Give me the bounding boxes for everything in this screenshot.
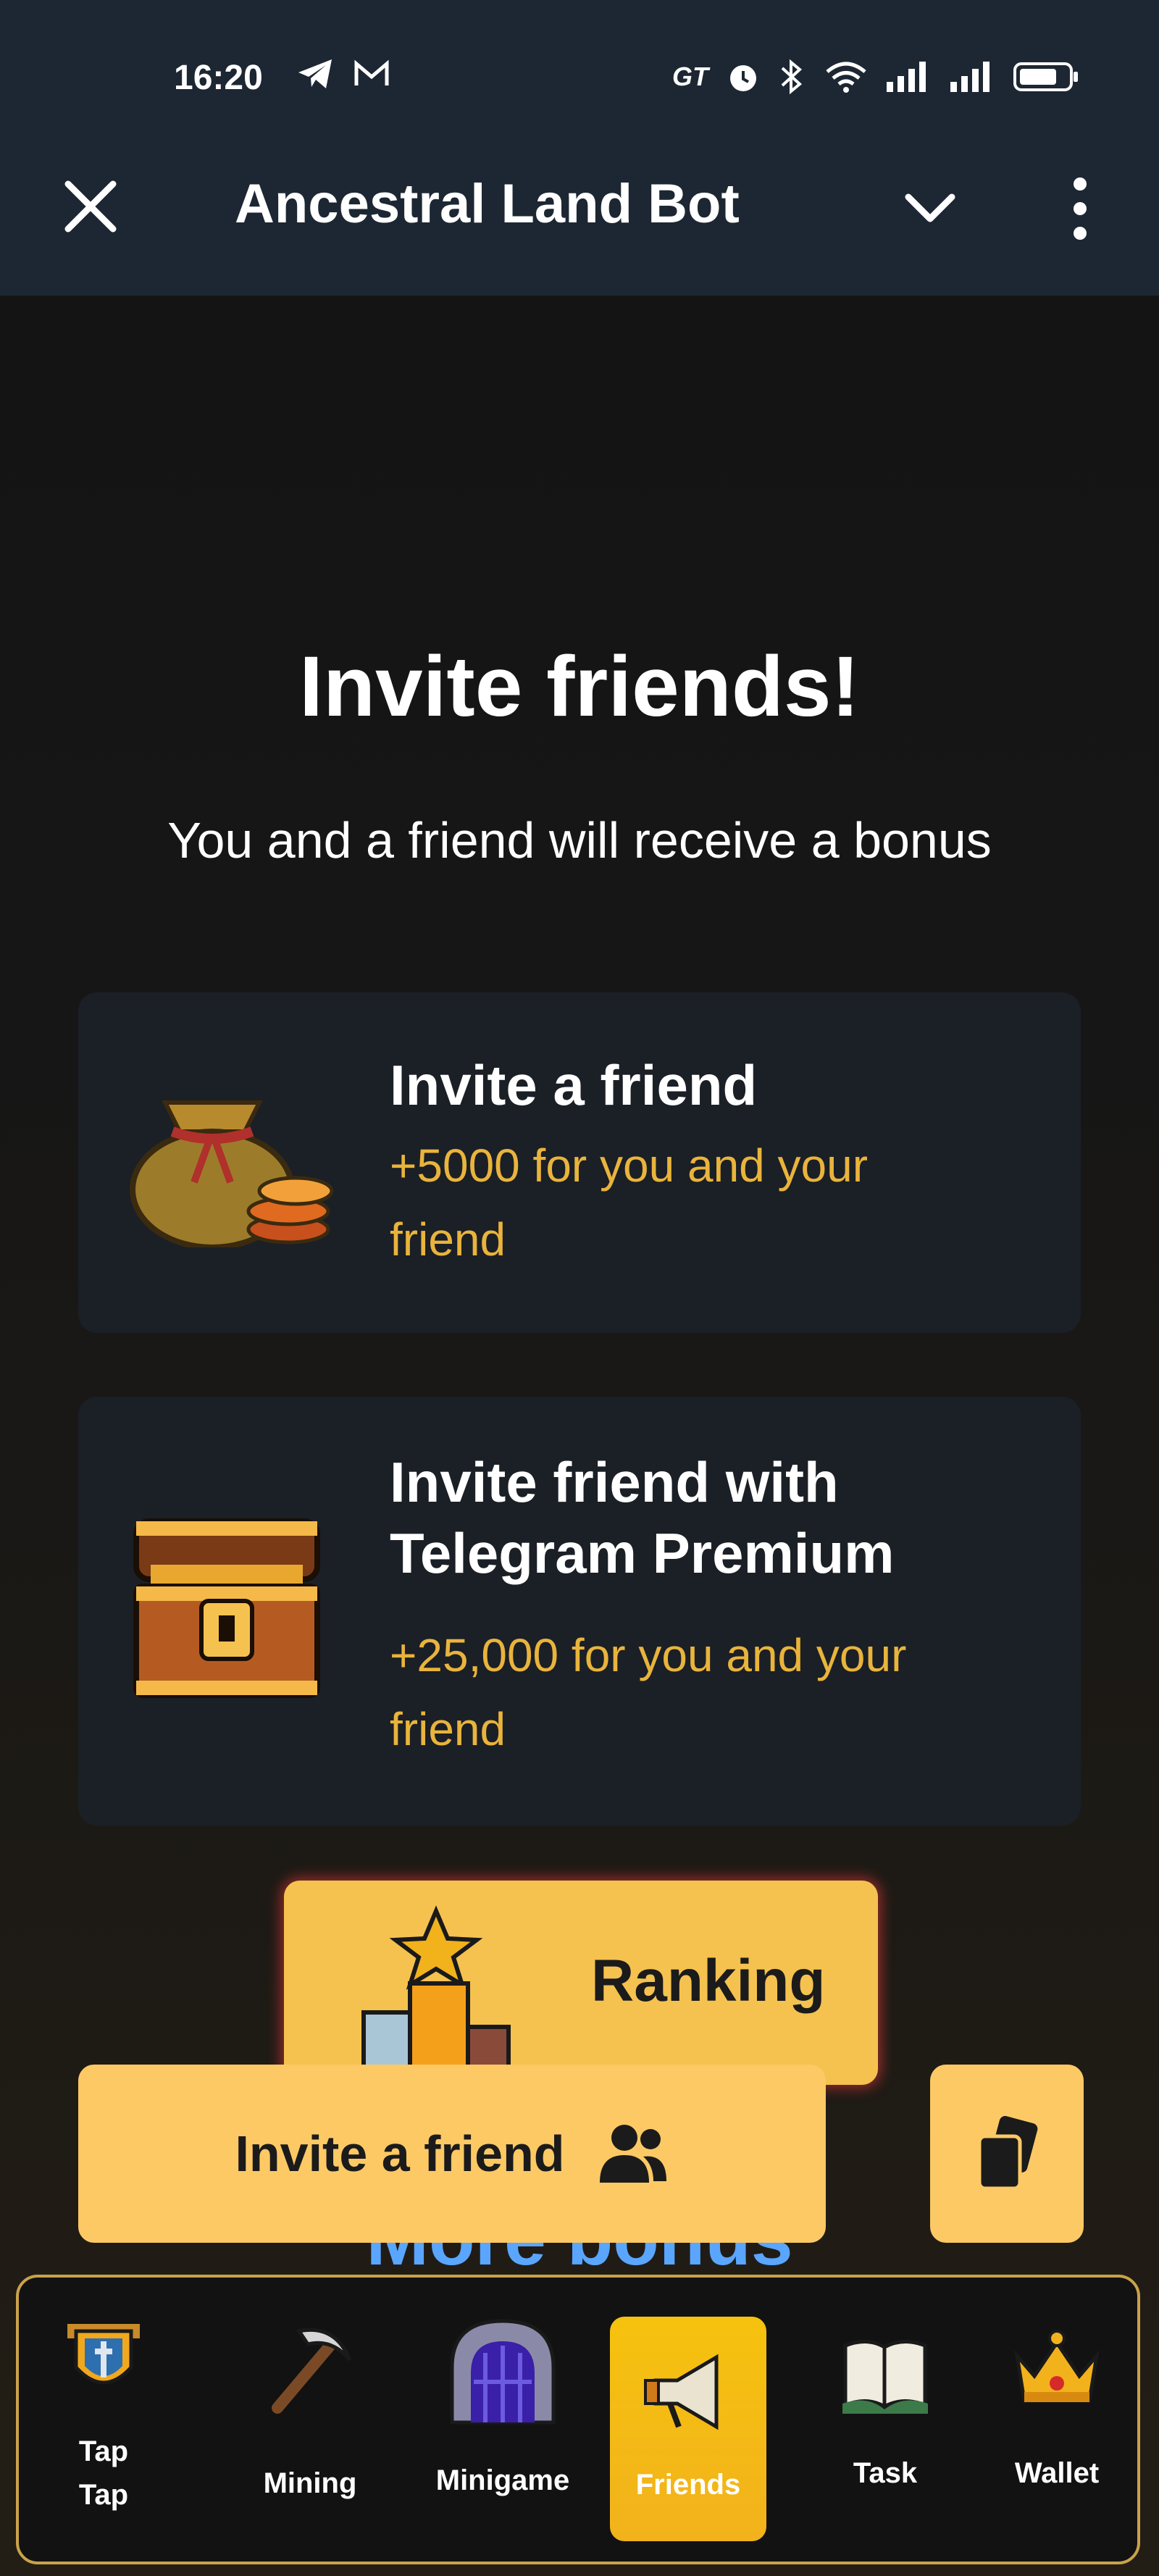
coin-bag-icon [130, 1100, 334, 1247]
nav-label: Tap Tap [78, 2435, 129, 2511]
copy-link-button[interactable] [930, 2065, 1084, 2243]
ranking-label: Ranking [591, 1948, 826, 2014]
page-subtitle: You and a friend will receive a bonus [167, 812, 992, 869]
signal-icon-2 [950, 62, 989, 92]
invite-friend-card: Invite a friend +5000 for you and your f… [78, 992, 1081, 1333]
card-reward: +25,000 for you and your friend [390, 1629, 907, 1756]
more-vertical-icon[interactable] [1062, 172, 1098, 245]
alarm-icon [730, 65, 756, 91]
telegram-icon [298, 59, 332, 88]
status-right-icons: GT [672, 58, 1079, 96]
bottom-navigation: Tap Tap Mining Minigame Friends Task Wal… [16, 2275, 1140, 2564]
gt-icon: GT [672, 62, 708, 91]
nav-label: Friends [635, 2469, 741, 2501]
mail-icon [354, 59, 389, 85]
nav-item-mining[interactable]: Mining [230, 2317, 390, 2541]
card-title: Invite friend with Telegram Premium [390, 1450, 895, 1585]
shield-sword-icon [67, 2324, 140, 2385]
podium-star-icon [361, 1905, 511, 2070]
nav-item-task[interactable]: Task [806, 2317, 965, 2541]
treasure-chest-icon [133, 1518, 320, 1698]
nav-label: Task [853, 2457, 918, 2489]
nav-item-friends[interactable]: Friends [610, 2317, 766, 2541]
nav-item-tap-tap[interactable]: Tap Tap [49, 2317, 158, 2541]
nav-label: Mining [263, 2467, 357, 2499]
bluetooth-icon [781, 59, 803, 95]
close-icon[interactable] [58, 174, 123, 239]
status-time: 16:20 [174, 59, 263, 97]
invite-premium-card: Invite friend with Telegram Premium +25,… [78, 1397, 1081, 1826]
pickaxe-icon [272, 2328, 352, 2414]
dungeon-gate-icon [450, 2319, 556, 2425]
nav-item-wallet[interactable]: Wallet [988, 2317, 1126, 2541]
telegram-header: 16:20 GT Ancestral Land Bot [0, 0, 1159, 296]
card-reward: +5000 for you and your friend [390, 1139, 869, 1266]
users-icon [599, 2125, 666, 2183]
page-title: Invite friends! [299, 639, 860, 735]
battery-icon [1013, 62, 1078, 91]
invite-friend-button[interactable]: Invite a friend [78, 2065, 826, 2243]
megaphone-icon [644, 2354, 719, 2430]
crown-icon [1014, 2330, 1100, 2403]
signal-icon [887, 62, 926, 92]
card-title: Invite a friend [390, 1053, 758, 1117]
chevron-down-icon[interactable] [901, 183, 959, 233]
nav-label: Wallet [1014, 2457, 1100, 2489]
bot-title: Ancestral Land Bot [235, 173, 740, 235]
status-left-icons [297, 58, 390, 90]
book-icon [842, 2340, 928, 2414]
nav-item-minigame[interactable]: Minigame [416, 2317, 590, 2541]
copy-icon [977, 2116, 1038, 2191]
ranking-button[interactable]: Ranking [284, 1881, 878, 2085]
wifi-icon [826, 62, 866, 93]
nav-label: Minigame [435, 2464, 570, 2496]
invite-button-label: Invite a friend [235, 2125, 565, 2182]
